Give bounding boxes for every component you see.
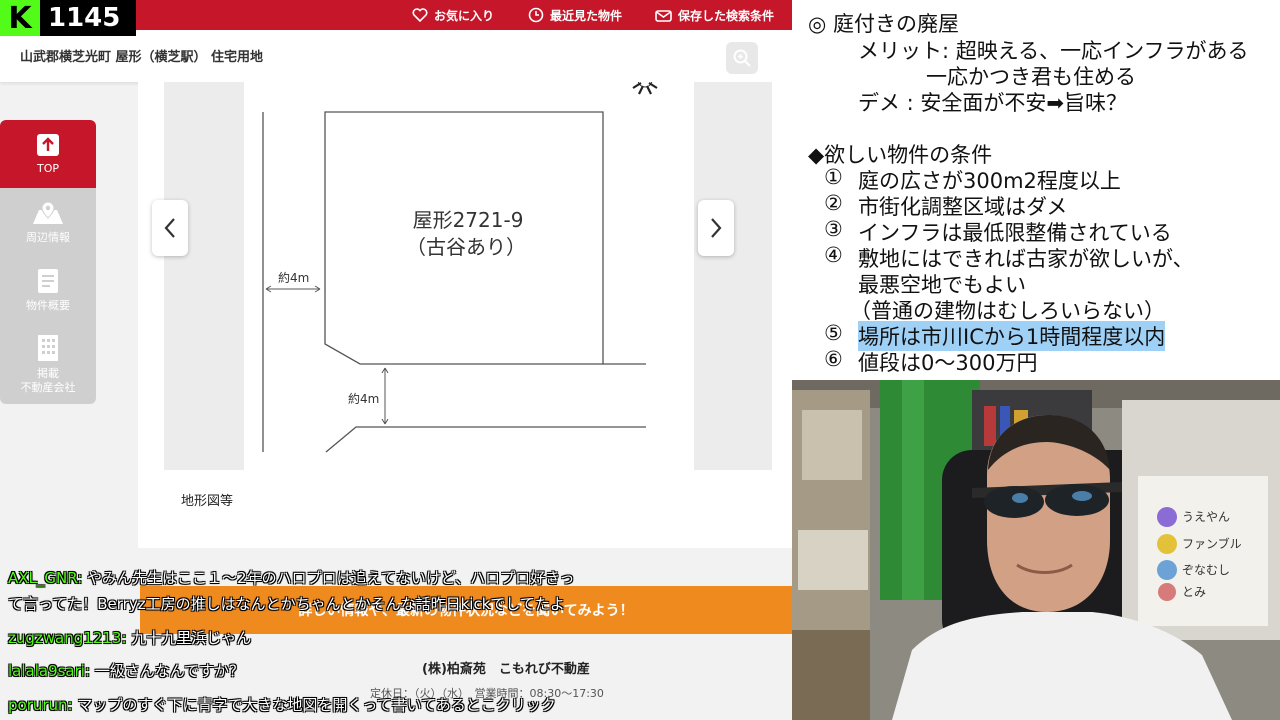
side-nav-summary[interactable]: 物件概要	[0, 256, 96, 324]
side-nav-agency-label1: 掲載	[37, 366, 59, 380]
road-line-lower	[325, 426, 646, 453]
company-name: (株)柏斎苑 こもれび不動産	[422, 662, 590, 677]
dimension-arrow-vertical	[381, 367, 389, 425]
board-label: ぞなむし	[1182, 563, 1230, 577]
building-icon	[38, 334, 58, 361]
viewer-count: 1145	[48, 3, 121, 33]
lot-map: 屋形2721-9 （古谷あり） 約4m 約4m	[262, 82, 658, 453]
document-icon	[38, 268, 58, 293]
side-nav-area-info[interactable]: 周辺情報	[0, 188, 96, 256]
side-nav-agency[interactable]: 掲載 不動産会社	[0, 324, 96, 404]
side-nav-top[interactable]: TOP	[0, 120, 96, 188]
chat-text: やみん先生はここ１〜2年のハロプロは追えてないけど、ハロプロ好きっ	[82, 569, 575, 587]
side-nav: TOP 周辺情報 物件概要 掲載 不動産会社	[0, 120, 96, 404]
stream-viewer-badge: K 1145	[0, 0, 136, 36]
chat-username: zugzwang1213:	[8, 629, 127, 647]
chat-message: AXL_GNR: やみん先生はここ１〜2年のハロプロは追えてないけど、ハロプロ好…	[8, 567, 574, 588]
condition-number: ①	[824, 165, 843, 189]
mail-icon	[655, 10, 672, 22]
prev-image-button[interactable]	[152, 200, 188, 256]
road-width-left: 約4m	[278, 270, 309, 285]
recent-link[interactable]: 最近見た物件	[528, 0, 622, 30]
condition-number: ⑤	[824, 321, 843, 345]
chat-text: て言ってた！Berryz工房の推しはなんとかちゃんとかそんな話昨日kickでして…	[8, 595, 565, 613]
condition-number: ③	[824, 217, 843, 241]
board-label: ファンブル	[1182, 536, 1242, 551]
board-label: とみ	[1182, 585, 1206, 599]
chat-message: porurun: マップのすぐ下に青字で大きな地図を開くって書いてあるとこクリッ…	[8, 694, 556, 715]
image-caption: 地形図等	[181, 494, 234, 509]
recent-label: 最近見た物件	[550, 8, 623, 23]
road-width-bottom: 約4m	[348, 391, 379, 406]
map-pin-icon	[33, 201, 63, 224]
chat-message: て言ってた！Berryz工房の推しはなんとかちゃんとかそんな話昨日kickでして…	[8, 593, 565, 614]
webcam-feed: うえやん ファンブル ぞなむし とみ	[792, 380, 1280, 720]
saved-search-label: 保存した検索条件	[678, 8, 775, 23]
chat-username: AXL_GNR:	[8, 569, 83, 587]
next-image-button[interactable]	[698, 200, 734, 256]
note-demerit: デメ : 安全面が不安➡旨味？	[858, 91, 1128, 115]
chat-text: マップのすぐ下に青字で大きな地図を開くって書いてあるとこクリック	[72, 696, 556, 714]
chat-message: zugzwang1213: 九十九里浜じゃん	[8, 627, 251, 648]
condition-number: ⑥	[824, 347, 843, 371]
lot-note: （古谷あり）	[406, 235, 526, 259]
side-nav-agency-label2: 不動産会社	[20, 380, 76, 394]
note-heading-ruin: ◎ 庭付きの廃屋	[808, 12, 959, 36]
sub-header: 山武郡横芝光町 屋形（横芝駅） 住宅用地	[0, 30, 792, 82]
browser-page: お気に入り 最近見た物件 保存した検索条件 山武郡横芝光町 屋形（横芝駅） 住宅…	[0, 0, 792, 720]
chat-username: lalala9sari:	[8, 662, 91, 680]
chevron-right-icon	[711, 218, 722, 238]
heart-icon	[412, 8, 428, 22]
condition-number: ④	[824, 243, 843, 267]
chat-text: 九十九里浜じゃん	[126, 629, 252, 647]
webcam-scene: うえやん ファンブル ぞなむし とみ	[792, 380, 1280, 720]
side-nav-area-info-label: 周辺情報	[26, 230, 70, 244]
saved-search-link[interactable]: 保存した検索条件	[655, 0, 774, 30]
notes-panel: ◎ 庭付きの廃屋 メリット: 超映える、一応インフラがある 一応かつき君も住める…	[792, 0, 1280, 380]
dimension-arrow-horizontal	[265, 285, 321, 293]
condition-number: ②	[824, 191, 843, 215]
chat-text: 一級さんなんですか？	[90, 662, 245, 680]
clock-icon	[528, 7, 544, 23]
lot-name: 屋形2721-9	[413, 208, 524, 232]
board-label: うえやん	[1182, 510, 1230, 524]
condition-text: 値段は0〜300万円	[858, 351, 1038, 375]
favorites-link[interactable]: お気に入り	[412, 0, 494, 30]
side-nav-summary-label: 物件概要	[26, 298, 70, 312]
zoom-button[interactable]	[726, 42, 758, 74]
breadcrumb: 山武郡横芝光町 屋形（横芝駅） 住宅用地	[20, 50, 264, 65]
loading-spinner-icon	[632, 82, 658, 95]
chevron-left-icon	[164, 218, 175, 238]
favorites-label: お気に入り	[434, 8, 495, 23]
chat-username: porurun:	[8, 696, 73, 714]
side-nav-top-label: TOP	[36, 161, 59, 175]
chat-message: lalala9sari: 一級さんなんですか？	[8, 660, 244, 681]
arrow-up-icon	[37, 133, 59, 156]
kick-logo-icon: K	[0, 0, 40, 36]
magnifier-icon	[733, 49, 751, 67]
